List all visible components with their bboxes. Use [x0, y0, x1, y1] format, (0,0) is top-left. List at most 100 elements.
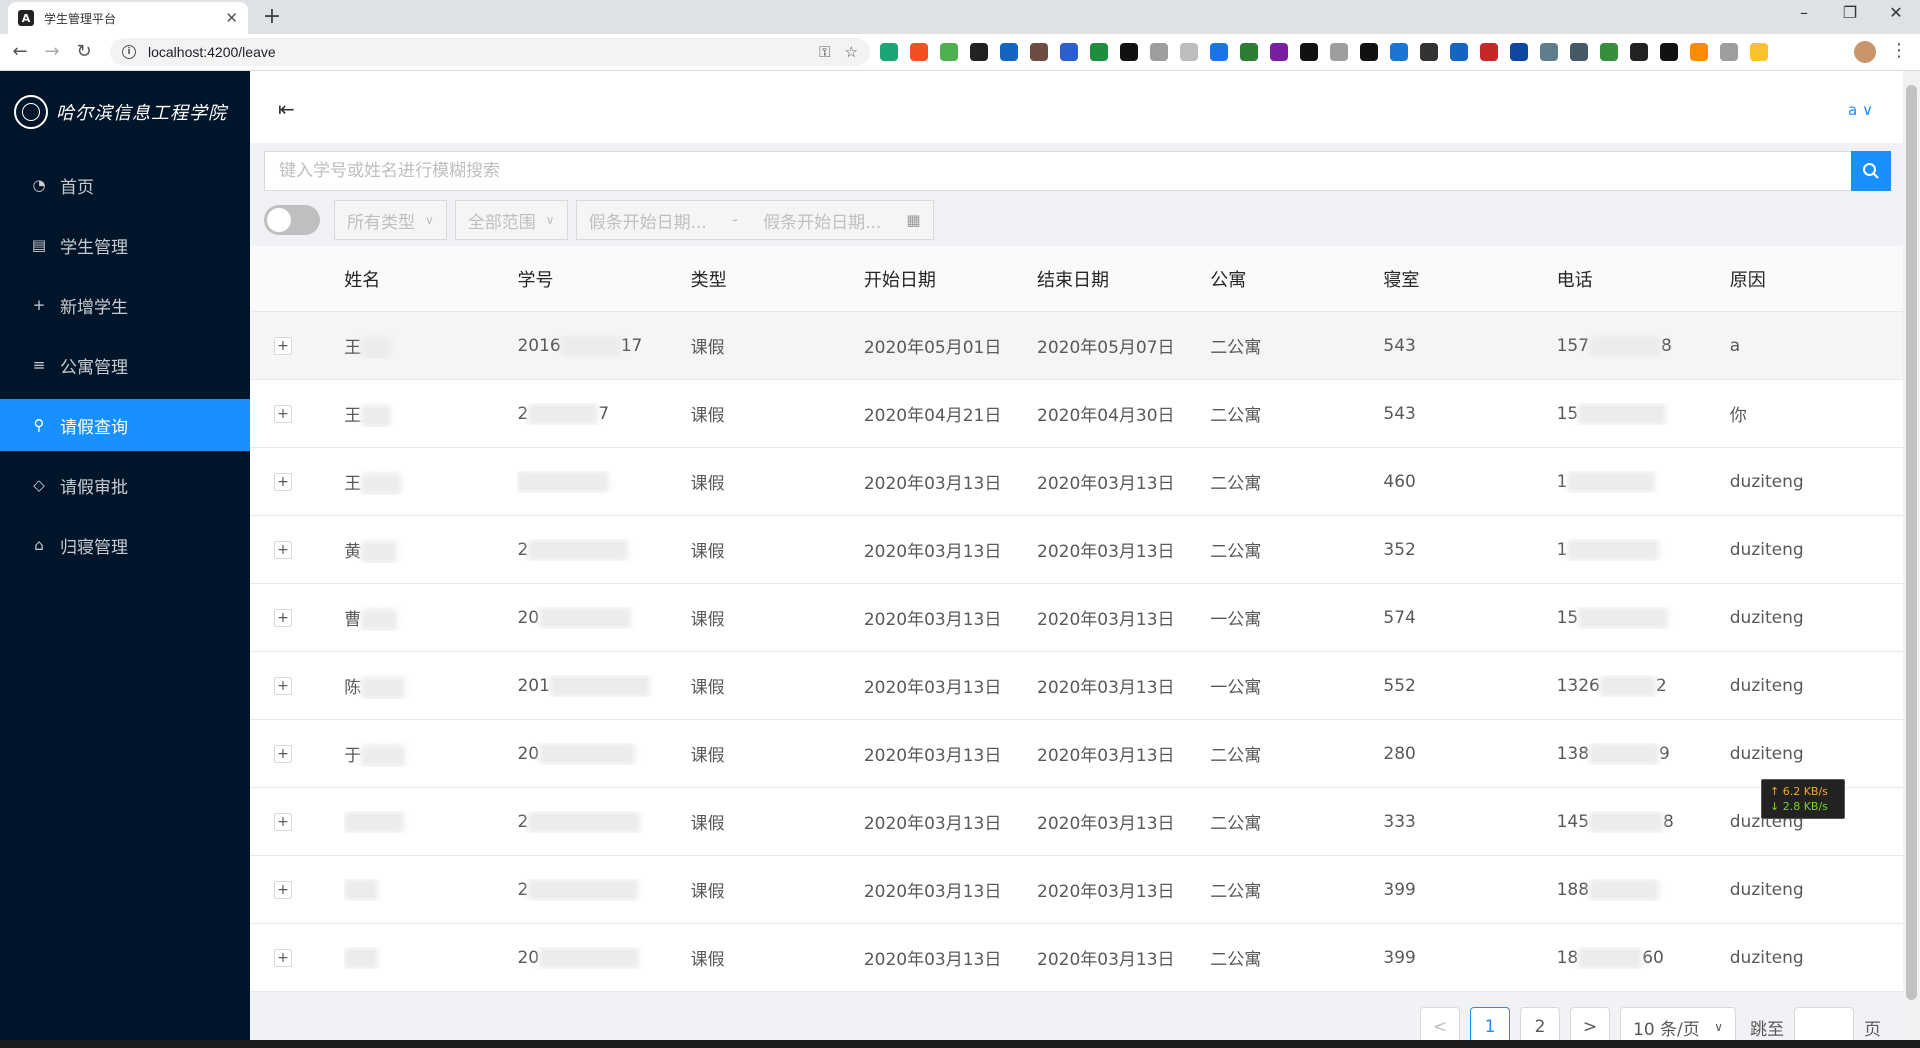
filter-toggle[interactable] [264, 205, 320, 235]
sidebar-item-2[interactable]: ▤ 学生管理 [0, 219, 250, 271]
url-text[interactable]: localhost:4200/leave [148, 44, 805, 60]
sidebar-item-5[interactable]: ⚲ 请假查询 [0, 399, 250, 451]
phone-cell: 18 60 [1557, 946, 1730, 969]
back-arrow-icon[interactable]: ← [8, 40, 32, 64]
table-row[interactable]: + 陈 201 课假 2020年03月13日 2020年03月13日 一公寓 552 1326 2… [250, 652, 1903, 720]
sidebar-item-4[interactable]: ≡ 公寓管理 [0, 339, 250, 391]
extension-13-icon[interactable] [1240, 43, 1258, 61]
extension-6-icon[interactable] [1030, 43, 1048, 61]
extension-8-icon[interactable] [1090, 43, 1108, 61]
table-row[interactable]: +20 课假 2020年03月13日 2020年03月13日 二公寓 399 18 60 duz… [250, 924, 1903, 992]
expand-row-button[interactable]: + [274, 608, 292, 627]
expand-row-button[interactable]: + [274, 812, 292, 831]
more-menu-icon[interactable]: ⋮ [1890, 40, 1908, 61]
extension-29-icon[interactable] [1720, 43, 1738, 61]
info-icon[interactable]: i [122, 45, 136, 59]
minimize-button[interactable]: – [1784, 3, 1824, 22]
search-button[interactable] [1851, 151, 1891, 191]
column-header: 原因 [1729, 269, 1766, 291]
extension-17-icon[interactable] [1360, 43, 1378, 61]
reload-icon[interactable]: ↻ [72, 40, 96, 64]
sidebar-item-3[interactable]: + 新增学生 [0, 279, 250, 331]
extension-1-icon[interactable] [880, 43, 898, 61]
extension-4-icon[interactable] [970, 43, 988, 61]
profile-avatar[interactable] [1854, 41, 1876, 63]
window-close-button[interactable]: ✕ [1876, 3, 1916, 22]
column-header: 结束日期 [1037, 269, 1110, 291]
end-date-placeholder[interactable]: 假条开始日期... [763, 208, 881, 233]
name-cell-visible-start: 王 [344, 405, 362, 426]
extension-30-icon[interactable] [1750, 43, 1768, 61]
date-range-picker[interactable]: 假条开始日期... - 假条开始日期... ▦ [575, 200, 934, 240]
extension-10-icon[interactable] [1150, 43, 1168, 61]
extension-22-icon[interactable] [1510, 43, 1528, 61]
sidebar-item-6[interactable]: ◇ 请假审批 [0, 459, 250, 511]
expand-cell: + [250, 540, 344, 559]
expand-row-button[interactable]: + [274, 880, 292, 899]
scope-select[interactable]: 全部范围 ∨ [454, 200, 568, 240]
extension-20-icon[interactable] [1450, 43, 1468, 61]
sidebar-item-1[interactable]: ◔ 首页 [0, 159, 250, 211]
extension-12-icon[interactable] [1210, 43, 1228, 61]
extension-25-icon[interactable] [1600, 43, 1618, 61]
type-select[interactable]: 所有类型 ∨ [334, 200, 447, 240]
search-input[interactable] [264, 151, 1851, 191]
extension-28-icon[interactable] [1690, 43, 1708, 61]
expand-row-button[interactable]: + [274, 540, 292, 559]
main-content: ⇤ a ∨ 所有类型 ∨ 全部范围 ∨ 假条开始日期... - 假条开始日期..… [250, 71, 1903, 1048]
key-icon[interactable]: ⚿ [819, 43, 830, 61]
redacted-text [539, 946, 640, 969]
extension-24-icon[interactable] [1570, 43, 1588, 61]
table-row[interactable]: + 王 课假 2020年03月13日 2020年03月13日 二公寓 460 1 duziten… [250, 448, 1903, 516]
user-dropdown[interactable]: a ∨ [1848, 101, 1873, 119]
sidebar-item-7[interactable]: ⌂ 归寝管理 [0, 519, 250, 571]
extension-16-icon[interactable] [1330, 43, 1348, 61]
phone-cell: 1 [1557, 470, 1730, 493]
browser-tab[interactable]: A 学生管理平台 ✕ [8, 2, 248, 34]
new-tab-button[interactable]: + [258, 3, 286, 31]
extension-3-icon[interactable] [940, 43, 958, 61]
expand-row-button[interactable]: + [274, 948, 292, 967]
extension-27-icon[interactable] [1660, 43, 1678, 61]
table-row[interactable]: + 黄 2 课假 2020年03月13日 2020年03月13日 二公寓 352 1 duzite… [250, 516, 1903, 584]
extension-5-icon[interactable] [1000, 43, 1018, 61]
extension-21-icon[interactable] [1480, 43, 1498, 61]
table-row[interactable]: +2 课假 2020年03月13日 2020年03月13日 二公寓 333 145 8 duzi… [250, 788, 1903, 856]
table-row[interactable]: + 曹 20 课假 2020年03月13日 2020年03月13日 一公寓 574 15 duzi… [250, 584, 1903, 652]
extension-9-icon[interactable] [1120, 43, 1138, 61]
extension-23-icon[interactable] [1540, 43, 1558, 61]
start-date-placeholder[interactable]: 假条开始日期... [589, 208, 707, 233]
table-row[interactable]: + 王 2016 17 课假 2020年05月01日 2020年05月07日 二公寓 543 15… [250, 312, 1903, 380]
start-cell: 2020年03月13日 [863, 814, 1002, 834]
star-icon[interactable]: ☆ [845, 43, 858, 61]
expand-row-button[interactable]: + [274, 744, 292, 763]
end-cell: 2020年04月30日 [1037, 406, 1175, 426]
extension-7-icon[interactable] [1060, 43, 1078, 61]
table-row[interactable]: + 于 20 课假 2020年03月13日 2020年03月13日 二公寓 280 138 9 du… [250, 720, 1903, 788]
scrollbar-thumb[interactable] [1906, 85, 1917, 1000]
search-icon [1863, 163, 1879, 179]
extension-15-icon[interactable] [1300, 43, 1318, 61]
extension-26-icon[interactable] [1630, 43, 1648, 61]
extension-14-icon[interactable] [1270, 43, 1288, 61]
close-icon[interactable]: ✕ [225, 9, 238, 27]
menu-fold-icon[interactable]: ⇤ [278, 97, 295, 121]
redacted-text [1578, 946, 1643, 969]
extension-11-icon[interactable] [1180, 43, 1198, 61]
extension-19-icon[interactable] [1420, 43, 1438, 61]
table-row[interactable]: +2 课假 2020年03月13日 2020年03月13日 二公寓 399 188 duzit… [250, 856, 1903, 924]
expand-row-button[interactable]: + [274, 676, 292, 695]
restore-button[interactable]: ❐ [1830, 3, 1870, 22]
name-cell-visible-start: 于 [344, 745, 362, 766]
forward-arrow-icon[interactable]: → [40, 40, 64, 64]
page-scrollbar[interactable] [1903, 71, 1920, 1048]
expand-row-button[interactable]: + [274, 404, 292, 423]
expand-row-button[interactable]: + [274, 472, 292, 491]
extension-2-icon[interactable] [910, 43, 928, 61]
phone-cell-visible-end: 8 [1663, 811, 1674, 832]
extension-18-icon[interactable] [1390, 43, 1408, 61]
expand-row-button[interactable]: + [274, 336, 292, 355]
end-cell: 2020年03月13日 [1037, 474, 1175, 494]
table-row[interactable]: + 王 2 7 课假 2020年04月21日 2020年04月30日 二公寓 543 15 你 [250, 380, 1903, 448]
address-bar[interactable]: i localhost:4200/leave ⚿ ☆ [110, 38, 870, 66]
